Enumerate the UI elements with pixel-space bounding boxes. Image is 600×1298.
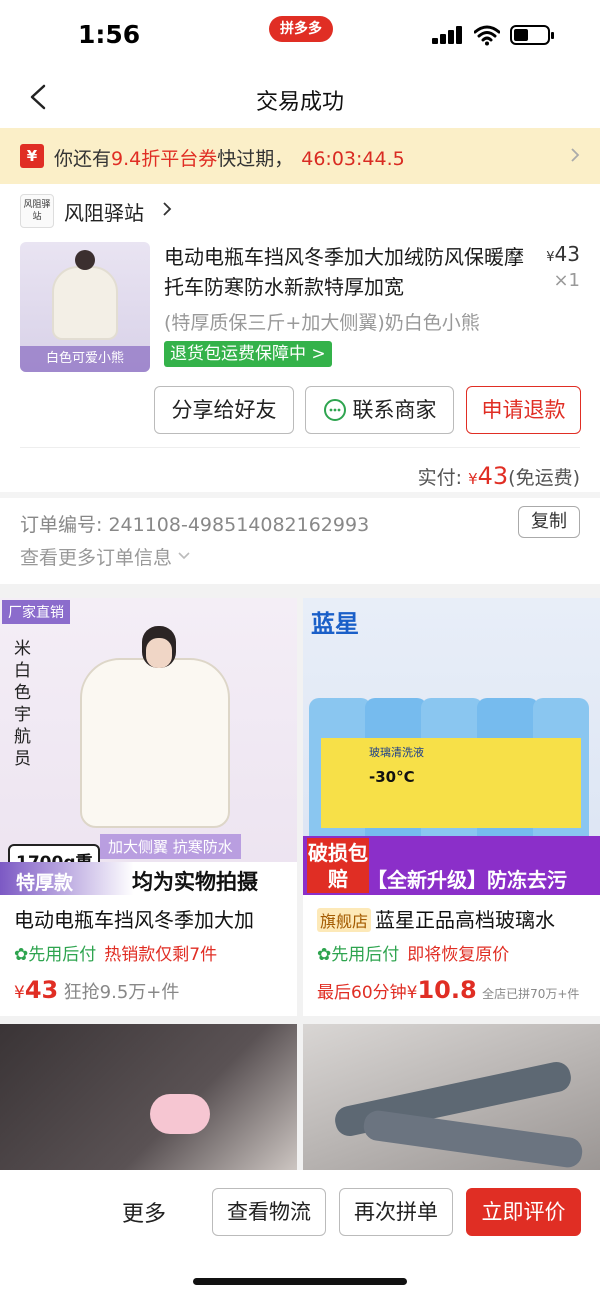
recommend-card[interactable]: [303, 1024, 600, 1174]
store-row[interactable]: 风阻驿站 风阻驿站: [0, 186, 600, 236]
wifi-icon: [474, 25, 500, 46]
product-price: ¥43: [546, 242, 580, 266]
feature-tag: 加大侧翼 抗寒防水: [100, 834, 241, 859]
recommend-title[interactable]: 旗舰店 蓝星正品高档玻璃水: [317, 904, 592, 933]
damage-guarantee-tag: 破损包赔: [307, 838, 369, 893]
product-thumbnail-caption: 白色可爱小熊: [20, 346, 150, 372]
product-spec: (特厚质保三斤+加大侧翼)奶白色小熊: [164, 312, 480, 334]
recommend-tags: ✿先用后付 即将恢复原价: [317, 945, 510, 965]
product-title[interactable]: 电动电瓶车挡风冬季加大加绒防风保暖摩托车防寒防水新款特厚加宽: [164, 242, 524, 302]
copy-button[interactable]: 复制: [518, 506, 580, 538]
recommend-card[interactable]: 蓝星 玻璃清洗液 -30°C 破损包赔 【全新升级】防冻去污 旗舰店 蓝星正品高档…: [303, 598, 600, 1016]
recommend-image[interactable]: 蓝星 玻璃清洗液 -30°C 破损包赔 【全新升级】防冻去污: [303, 598, 600, 895]
coupon-icon: ¥: [20, 144, 44, 168]
flagship-tag: 旗舰店: [317, 908, 372, 932]
coupon-banner-text: 你还有9.4折平台券快过期， 46:03:44.5: [54, 148, 405, 170]
bottom-action-bar: 更多 查看物流 再次拼单 立即评价: [0, 1170, 600, 1298]
bottle-temp: -30°C: [369, 768, 415, 786]
status-bar: 1:56 拼多多: [0, 0, 600, 66]
factory-direct-tag: 厂家直销: [2, 600, 70, 624]
order-number: 订单编号: 241108-498514082162993: [20, 514, 370, 536]
recommend-image[interactable]: 厂家直销 米白色宇航员 加大侧翼 抗寒防水 1700g重 特厚款 均为实物拍摄: [0, 598, 297, 895]
more-button[interactable]: 更多: [122, 1196, 166, 1228]
battery-icon: [510, 25, 554, 45]
home-indicator: [193, 1278, 407, 1285]
chat-bubble-icon: [323, 399, 346, 421]
chevron-right-icon: [571, 148, 580, 162]
order-product[interactable]: 白色可爱小熊 电动电瓶车挡风冬季加大加绒防风保暖摩托车防寒防水新款特厚加宽 ¥4…: [0, 238, 600, 378]
reorder-button[interactable]: 再次拼单: [339, 1188, 453, 1236]
weight-sub: 特厚款: [16, 872, 74, 894]
review-button[interactable]: 立即评价: [466, 1188, 581, 1236]
status-time: 1:56: [78, 20, 141, 49]
recommend-card[interactable]: [0, 1024, 297, 1174]
cellular-signal-icon: [432, 26, 464, 44]
section-gap: [0, 492, 600, 498]
product-thumbnail[interactable]: 白色可爱小熊: [20, 242, 150, 372]
chevron-down-icon: [178, 552, 190, 560]
app-badge: 拼多多: [269, 16, 333, 42]
more-order-info-link[interactable]: 查看更多订单信息: [20, 543, 190, 570]
share-button[interactable]: 分享给好友: [154, 386, 294, 434]
chevron-right-icon: [163, 202, 172, 216]
brand-logo: 蓝星: [311, 610, 359, 638]
recommend-image[interactable]: [0, 1024, 297, 1174]
product-quantity: ×1: [553, 270, 580, 291]
nav-bar: 交易成功: [0, 66, 600, 128]
coupon-expiry-banner[interactable]: ¥ 你还有9.4折平台券快过期， 46:03:44.5: [0, 128, 600, 184]
recommend-price: ¥43 狂抢9.5万+件: [14, 976, 180, 1004]
coupon-countdown: 46:03:44.5: [301, 148, 405, 170]
bottle-label: 玻璃清洗液: [369, 746, 424, 759]
return-shipping-badge[interactable]: 退货包运费保障中 >: [164, 341, 332, 367]
divider: [20, 447, 580, 448]
store-logo: 风阻驿站: [20, 194, 54, 228]
view-logistics-button[interactable]: 查看物流: [212, 1188, 326, 1236]
recommend-tags: ✿先用后付 热销款仅剩7件: [14, 945, 218, 965]
recommend-title[interactable]: 电动电瓶车挡风冬季加大加: [14, 904, 289, 933]
recommend-price: 最后60分钟¥10.8 全店已拼70万+件: [317, 976, 580, 1004]
recommend-image[interactable]: [303, 1024, 600, 1174]
contact-seller-button[interactable]: 联系商家: [305, 386, 454, 434]
store-name[interactable]: 风阻驿站: [64, 197, 144, 226]
page-title: 交易成功: [255, 90, 344, 115]
paid-amount: 实付: ¥43(免运费): [417, 462, 580, 490]
upgrade-banner: 【全新升级】防冻去污: [367, 868, 567, 892]
color-label: 米白色宇航员: [14, 639, 31, 769]
photo-note: 均为实物拍摄: [132, 870, 258, 894]
refund-button[interactable]: 申请退款: [466, 386, 581, 434]
recommend-card[interactable]: 厂家直销 米白色宇航员 加大侧翼 抗寒防水 1700g重 特厚款 均为实物拍摄 …: [0, 598, 297, 1016]
